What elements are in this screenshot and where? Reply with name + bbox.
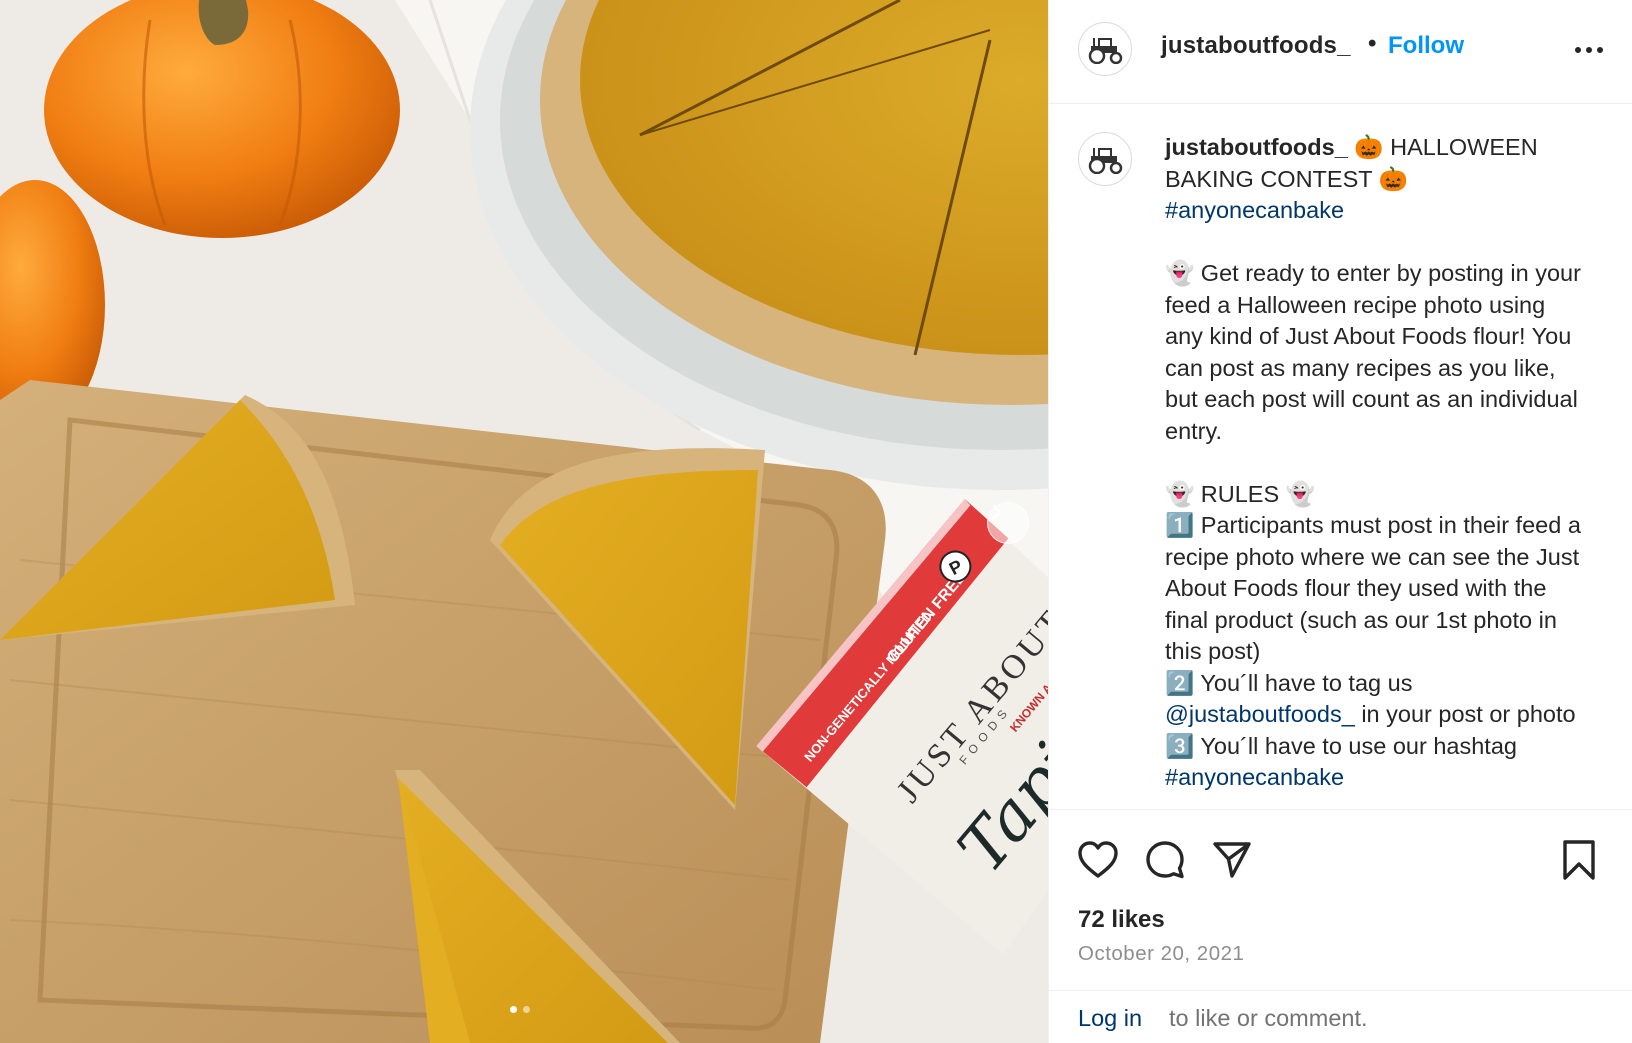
rule-3: 3️⃣ You´ll have to use our hashtag (1165, 732, 1517, 759)
caption-avatar[interactable] (1078, 132, 1132, 186)
send-icon[interactable] (1210, 838, 1254, 882)
rule-3-hashtag[interactable]: #anyonecanbake (1165, 764, 1344, 790)
login-prompt-text: to like or comment. (1169, 1005, 1368, 1031)
chevron-right-icon (992, 504, 1002, 520)
more-options-button[interactable] (1569, 34, 1609, 66)
rule-2: 2️⃣ You´ll have to tag us (1165, 669, 1413, 696)
caption-text: justaboutfoods_ 🎃 HALLOWEEN BAKING CONTE… (1165, 132, 1583, 794)
post-header: justaboutfoods_ • Follow (1049, 0, 1632, 104)
post-photo[interactable]: NON-GENETICALLY MODIFIED GLUTEN FREE P J… (0, 0, 1048, 1043)
likes-count[interactable]: 72 likes (1078, 906, 1165, 934)
rule-1: 1️⃣ Participants must post in their feed… (1165, 512, 1588, 664)
post-side-panel: justaboutfoods_ • Follow justaboutfoods_… (1048, 0, 1632, 1043)
carousel-dots (510, 1006, 530, 1013)
login-link[interactable]: Log in (1078, 1005, 1142, 1032)
tractor-logo-icon (1088, 148, 1123, 174)
header-separator: • (1368, 30, 1377, 57)
follow-button[interactable]: Follow (1388, 32, 1464, 60)
post-username[interactable]: justaboutfoods_ (1161, 32, 1351, 60)
rule-2-suffix: in your post or photo (1354, 701, 1576, 727)
comment-icon[interactable] (1143, 838, 1187, 882)
caption-username[interactable]: justaboutfoods_ (1165, 134, 1348, 160)
rules-heading: 👻 RULES 👻 (1165, 480, 1315, 507)
rule-2-mention[interactable]: @justaboutfoods_ (1165, 701, 1355, 727)
carousel-dot-1[interactable] (510, 1006, 517, 1013)
post-date[interactable]: October 20, 2021 (1078, 942, 1244, 966)
caption-paragraph: 👻 Get ready to enter by posting in your … (1165, 260, 1588, 444)
caption-area[interactable]: justaboutfoods_ 🎃 HALLOWEEN BAKING CONTE… (1049, 104, 1632, 810)
pumpkin-pie-photo: NON-GENETICALLY MODIFIED GLUTEN FREE P J… (0, 0, 1048, 1043)
caption-hashtag[interactable]: #anyonecanbake (1165, 197, 1344, 223)
more-horizontal-icon (1575, 47, 1603, 53)
bookmark-icon[interactable] (1557, 838, 1601, 882)
heart-icon[interactable] (1076, 838, 1120, 882)
post-actions: 72 likes October 20, 2021 (1049, 810, 1632, 1000)
tractor-logo-icon (1088, 38, 1123, 64)
login-prompt: Log in to like or comment. (1049, 990, 1632, 1043)
avatar[interactable] (1078, 22, 1132, 76)
carousel-dot-2[interactable] (523, 1006, 530, 1013)
next-photo-button[interactable] (987, 502, 1029, 544)
instagram-post-window: NON-GENETICALLY MODIFIED GLUTEN FREE P J… (0, 0, 1632, 1043)
